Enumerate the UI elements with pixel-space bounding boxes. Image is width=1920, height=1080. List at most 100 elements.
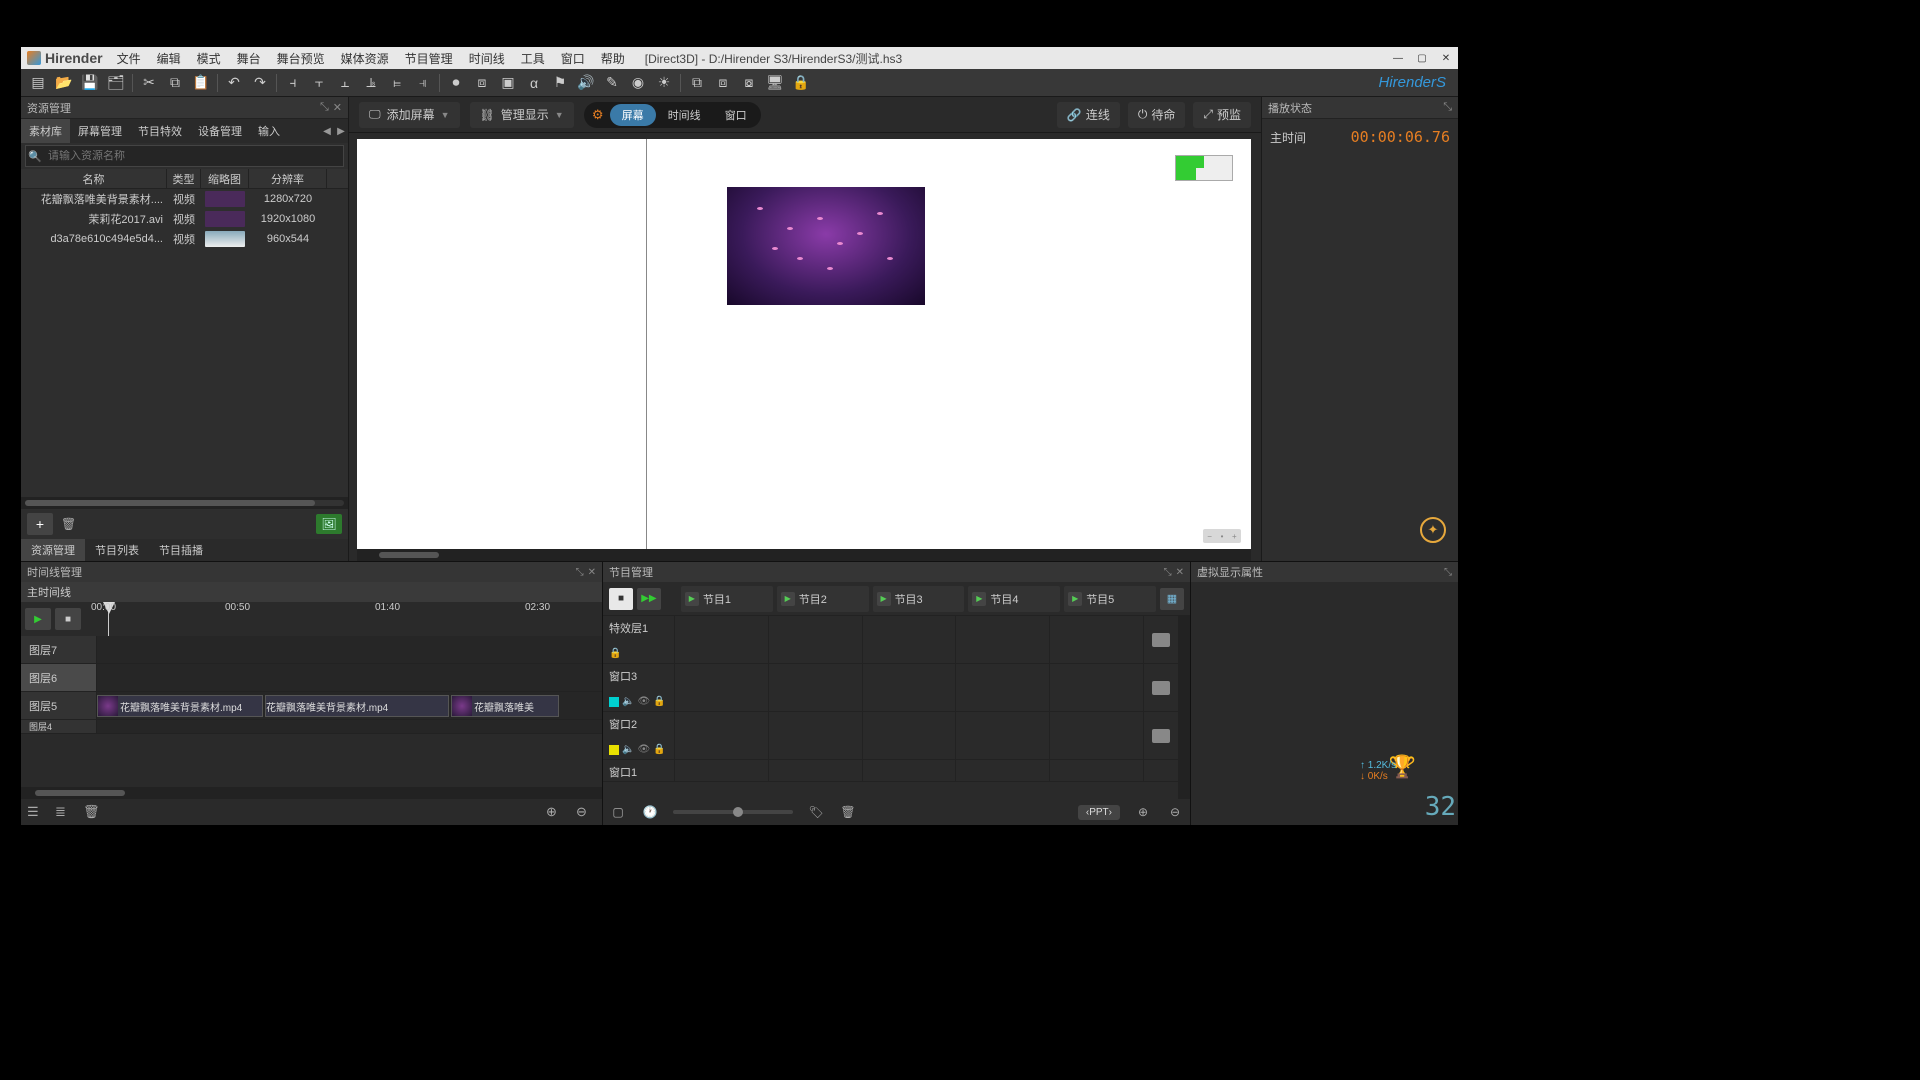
zoom-in-icon[interactable]: ⊕ <box>546 804 566 820</box>
clock-icon[interactable]: 🕐 <box>641 805 659 819</box>
program-tab[interactable]: ▶节目4 <box>968 586 1060 612</box>
program-row[interactable]: 特效层1 🔒 <box>603 616 1178 664</box>
program-stop-button[interactable]: ■ <box>609 588 633 610</box>
asset-row[interactable]: 茉莉花2017.avi 视频 1920x1080 <box>21 209 348 229</box>
zoom-out-icon[interactable]: ⊖ <box>1166 805 1184 819</box>
menu-mode[interactable]: 模式 <box>189 47 229 69</box>
layers-icon[interactable]: ☰ <box>27 804 47 820</box>
pin-icon[interactable]: ⤡ <box>1164 567 1172 578</box>
list-icon[interactable]: ≣ <box>55 804 75 820</box>
copy-button[interactable]: ⧉ <box>162 71 188 95</box>
panel-pin-icon[interactable]: ⤡ <box>320 101 329 114</box>
trash-icon[interactable]: 🗑 <box>83 804 103 820</box>
monitor-icon[interactable]: 🖥 <box>762 71 788 95</box>
tag-icon[interactable]: 🏷 <box>807 805 825 819</box>
timeline-clip[interactable]: 花瓣飘落唯美 <box>451 695 559 717</box>
color-chip[interactable] <box>609 745 619 755</box>
timeline-track[interactable]: 图层7 <box>21 636 602 664</box>
lock-icon[interactable]: 🔒 <box>653 696 665 707</box>
save-button[interactable]: 💾 <box>77 71 103 95</box>
row-toggle-button[interactable] <box>1152 633 1170 647</box>
warning-badge-icon[interactable]: ✦ <box>1420 517 1446 543</box>
pin-icon[interactable]: ⤡ <box>576 567 584 578</box>
close-icon[interactable]: ✕ <box>588 567 596 578</box>
tab-input[interactable]: 输入 <box>250 119 288 143</box>
program-tab[interactable]: ▶节目5 <box>1064 586 1156 612</box>
program-row[interactable]: 窗口2 🔈👁🔒 <box>603 712 1178 760</box>
delete-asset-button[interactable]: 🗑 <box>61 517 79 531</box>
timeline-track[interactable]: 图层4 <box>21 720 602 734</box>
col-name[interactable]: 名称 <box>21 169 167 188</box>
menu-edit[interactable]: 编辑 <box>149 47 189 69</box>
screen-icon[interactable]: ▢ <box>609 805 627 819</box>
timeline-clip[interactable]: 花瓣飘落唯美背景素材.mp4 <box>265 695 449 717</box>
undo-button[interactable]: ↶ <box>221 71 247 95</box>
grid-mode-button[interactable]: ▦ <box>1160 588 1184 610</box>
audio-icon[interactable]: 🔊 <box>573 71 599 95</box>
menu-stage[interactable]: 舞台 <box>229 47 269 69</box>
align-vcenter-icon[interactable]: ⫢ <box>384 71 410 95</box>
close-icon[interactable]: ✕ <box>1176 567 1184 578</box>
col-res[interactable]: 分辨率 <box>249 169 327 188</box>
row-toggle-button[interactable] <box>1152 681 1170 695</box>
program-row[interactable]: 窗口1 <box>603 760 1178 782</box>
trash-icon[interactable]: 🗑 <box>839 805 857 819</box>
tab-assets[interactable]: 素材库 <box>21 119 70 143</box>
btab-program-list[interactable]: 节目列表 <box>85 539 149 561</box>
marker-icon[interactable]: ⚑ <box>547 71 573 95</box>
window2-icon[interactable]: ⧈ <box>710 71 736 95</box>
saveas-button[interactable]: 🗂 <box>103 71 129 95</box>
preview-clip[interactable] <box>727 187 925 305</box>
add-screen-dropdown[interactable]: 🖵 添加屏幕 ▼ <box>359 102 460 128</box>
track-label[interactable]: 图层4 <box>21 720 97 733</box>
timeline-track[interactable]: 图层5 花瓣飘落唯美背景素材.mp4 花瓣飘落唯美背景素材.mp4 花瓣飘落唯美 <box>21 692 602 720</box>
tabs-next-icon[interactable]: ▶ <box>334 126 348 137</box>
alpha-icon[interactable]: α <box>521 71 547 95</box>
opacity-slider[interactable] <box>673 810 793 814</box>
panel-close-icon[interactable]: ✕ <box>333 101 342 114</box>
menu-tools[interactable]: 工具 <box>513 47 553 69</box>
camera-icon[interactable]: ◉ <box>625 71 651 95</box>
pin-icon[interactable]: ⤡ <box>1443 101 1452 114</box>
timeline-clip[interactable]: 花瓣飘落唯美背景素材.mp4 <box>97 695 263 717</box>
menu-help[interactable]: 帮助 <box>593 47 633 69</box>
align-left-icon[interactable]: ⫞ <box>280 71 306 95</box>
col-type[interactable]: 类型 <box>167 169 201 188</box>
add-asset-button[interactable]: + <box>27 513 53 535</box>
open-button[interactable]: 📂 <box>51 71 77 95</box>
btab-program-insert[interactable]: 节目插播 <box>149 539 213 561</box>
pen-icon[interactable]: ✎ <box>599 71 625 95</box>
view-window[interactable]: 窗口 <box>713 104 759 126</box>
maximize-button[interactable]: ▢ <box>1410 47 1434 69</box>
menu-stage-preview[interactable]: 舞台预览 <box>269 47 333 69</box>
stop-button[interactable]: ■ <box>55 608 81 630</box>
menu-file[interactable]: 文件 <box>109 47 149 69</box>
track-label[interactable]: 图层7 <box>21 636 97 663</box>
align-hcenter-icon[interactable]: ⫟ <box>306 71 332 95</box>
asset-row[interactable]: d3a78e610c494e5d4... 视频 960x544 <box>21 229 348 249</box>
new-button[interactable]: ▤ <box>25 71 51 95</box>
speaker-icon[interactable]: 🔈 <box>622 744 634 755</box>
brightness-icon[interactable]: ☀ <box>651 71 677 95</box>
lock-icon[interactable]: 🔒 <box>609 648 621 659</box>
eye-icon[interactable]: 👁 <box>637 696 650 707</box>
menu-media[interactable]: 媒体资源 <box>333 47 397 69</box>
track-label[interactable]: 图层5 <box>21 692 97 719</box>
ppt-button[interactable]: ‹PPT› <box>1078 805 1120 820</box>
standby-button[interactable]: ⏻待命 <box>1128 102 1186 128</box>
cut-button[interactable]: ✂ <box>136 71 162 95</box>
menu-timeline[interactable]: 时间线 <box>461 47 513 69</box>
tab-effects[interactable]: 节目特效 <box>130 119 190 143</box>
window3-icon[interactable]: ⧇ <box>736 71 762 95</box>
align-bottom-icon[interactable]: ⫣ <box>410 71 436 95</box>
pin-icon[interactable]: ⤡ <box>1444 567 1452 578</box>
track-label[interactable]: 图层6 <box>21 664 97 691</box>
manage-display-dropdown[interactable]: ⛓ 管理显示 ▼ <box>470 102 574 128</box>
stage-hscroll[interactable] <box>357 549 1251 561</box>
timeline-track[interactable]: 图层6 <box>21 664 602 692</box>
crop-icon[interactable]: ⧈ <box>469 71 495 95</box>
program-play-button[interactable]: ▶▶ <box>637 588 661 610</box>
lock-icon[interactable]: 🔒 <box>653 744 665 755</box>
zoom-in-icon[interactable]: ⊕ <box>1134 805 1152 819</box>
stage-minimap[interactable] <box>1175 155 1233 181</box>
